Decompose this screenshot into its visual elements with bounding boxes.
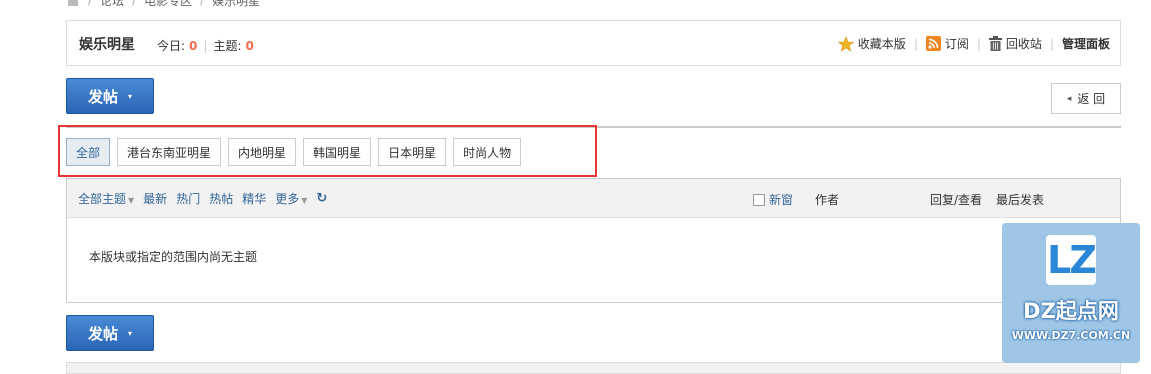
today-count: 0 bbox=[189, 38, 198, 53]
site-watermark-logo: LZ DZ起点网 WWW.DZ7.COM.CN bbox=[1002, 223, 1140, 363]
column-last-post: 最后发表 bbox=[996, 193, 1045, 207]
recycle-bin-link[interactable]: 回收站 bbox=[988, 35, 1042, 52]
back-label: 返 回 bbox=[1077, 92, 1106, 106]
filter-hot[interactable]: 热门 bbox=[176, 190, 200, 207]
watermark-title: DZ起点网 bbox=[1023, 299, 1119, 323]
admin-panel-link[interactable]: 管理面板 bbox=[1062, 35, 1110, 52]
star-icon bbox=[837, 35, 854, 52]
topics-count: 0 bbox=[245, 38, 254, 53]
empty-list-message: 本版块或指定的范围内尚无主题 bbox=[89, 250, 258, 264]
tab-korean-stars[interactable]: 韩国明星 bbox=[303, 138, 372, 166]
filter-more-label: 更多 bbox=[275, 192, 300, 206]
new-post-label: 发帖 bbox=[87, 324, 118, 343]
column-replies-views: 回复/查看 bbox=[930, 193, 983, 207]
trash-icon bbox=[988, 36, 1002, 51]
header-actions: 收藏本版 | 订阅 | 回收站 | 管理面板 bbox=[837, 35, 1110, 52]
arrow-left-icon: ◂ bbox=[1066, 93, 1072, 104]
recycle-label: 回收站 bbox=[1005, 37, 1042, 51]
new-window-checkbox[interactable] bbox=[753, 193, 765, 206]
filter-latest[interactable]: 最新 bbox=[143, 190, 167, 207]
tab-japanese-stars[interactable]: 日本明星 bbox=[378, 138, 447, 166]
breadcrumb-separator: / bbox=[132, 0, 137, 7]
back-button[interactable]: ◂ 返 回 bbox=[1051, 83, 1121, 114]
bottom-bar bbox=[66, 362, 1121, 374]
new-post-button[interactable]: 发帖 ▾ bbox=[66, 78, 154, 114]
subscribe-label: 订阅 bbox=[944, 37, 969, 51]
category-tabs: 全部 港台东南亚明星 内地明星 韩国明星 日本明星 时尚人物 bbox=[66, 138, 522, 166]
new-window-label: 新窗 bbox=[769, 193, 794, 207]
watermark-url: WWW.DZ7.COM.CN bbox=[1011, 329, 1131, 342]
stats-divider: | bbox=[203, 38, 208, 53]
rss-icon bbox=[925, 36, 941, 51]
breadcrumb-separator: / bbox=[88, 0, 93, 7]
column-author: 作者 bbox=[815, 193, 840, 207]
filter-more[interactable]: 更多 ▼ bbox=[275, 190, 307, 207]
filter-digest[interactable]: 精华 bbox=[242, 190, 266, 207]
today-label: 今日: bbox=[157, 39, 186, 53]
new-window-toggle[interactable]: 新窗 bbox=[753, 191, 793, 208]
tab-hk-tw-sea-stars[interactable]: 港台东南亚明星 bbox=[117, 138, 222, 166]
tab-mainland-stars[interactable]: 内地明星 bbox=[228, 138, 297, 166]
chevron-down-icon: ▼ bbox=[128, 196, 135, 205]
chevron-down-icon: ▾ bbox=[128, 91, 133, 101]
forum-stats: 今日: 0 | 主题: 0 bbox=[157, 37, 254, 54]
thread-filters: 全部主题 ▼ 最新 热门 热帖 精华 更多 ▼ ↻ bbox=[78, 190, 327, 207]
watermark-logo-mark: LZ bbox=[1046, 235, 1097, 285]
topics-label: 主题: bbox=[213, 39, 242, 53]
thread-list-header: 全部主题 ▼ 最新 热门 热帖 精华 更多 ▼ ↻ 新窗 作者 回复/查看 最后发表 bbox=[67, 179, 1120, 218]
favorite-forum-link[interactable]: 收藏本版 bbox=[837, 35, 906, 52]
breadcrumb-separator: / bbox=[200, 0, 205, 7]
filter-all-label: 全部主题 bbox=[78, 192, 127, 206]
home-icon[interactable] bbox=[66, 0, 80, 6]
breadcrumb-forum[interactable]: 论坛 bbox=[100, 0, 124, 9]
refresh-icon[interactable]: ↻ bbox=[316, 191, 327, 206]
chevron-down-icon: ▾ bbox=[128, 328, 133, 338]
tab-fashion-people[interactable]: 时尚人物 bbox=[453, 138, 522, 166]
new-post-button-bottom[interactable]: 发帖 ▾ bbox=[66, 315, 154, 351]
subscribe-link[interactable]: 订阅 bbox=[925, 35, 969, 52]
forum-header: 娱乐明星 今日: 0 | 主题: 0 收藏本版 | 订阅 | 回收站 | 管理面… bbox=[66, 20, 1121, 66]
forum-title: 娱乐明星 bbox=[79, 37, 135, 53]
breadcrumb-current[interactable]: 娱乐明星 bbox=[212, 0, 260, 9]
new-post-label: 发帖 bbox=[87, 87, 118, 106]
action-divider: | bbox=[913, 36, 918, 51]
thread-list: 全部主题 ▼ 最新 热门 热帖 精华 更多 ▼ ↻ 新窗 作者 回复/查看 最后发表… bbox=[66, 178, 1121, 303]
action-divider: | bbox=[976, 36, 981, 51]
filter-hot-posts[interactable]: 热帖 bbox=[209, 190, 233, 207]
chevron-down-icon: ▼ bbox=[301, 196, 308, 205]
breadcrumb-movie-zone[interactable]: 电影专区 bbox=[144, 0, 192, 9]
favorite-label: 收藏本版 bbox=[857, 37, 906, 51]
action-divider: | bbox=[1049, 36, 1054, 51]
tab-all[interactable]: 全部 bbox=[66, 138, 111, 166]
filter-all-topics[interactable]: 全部主题 ▼ bbox=[78, 190, 134, 207]
breadcrumb: / 论坛 / 电影专区 / 娱乐明星 bbox=[66, 0, 260, 8]
